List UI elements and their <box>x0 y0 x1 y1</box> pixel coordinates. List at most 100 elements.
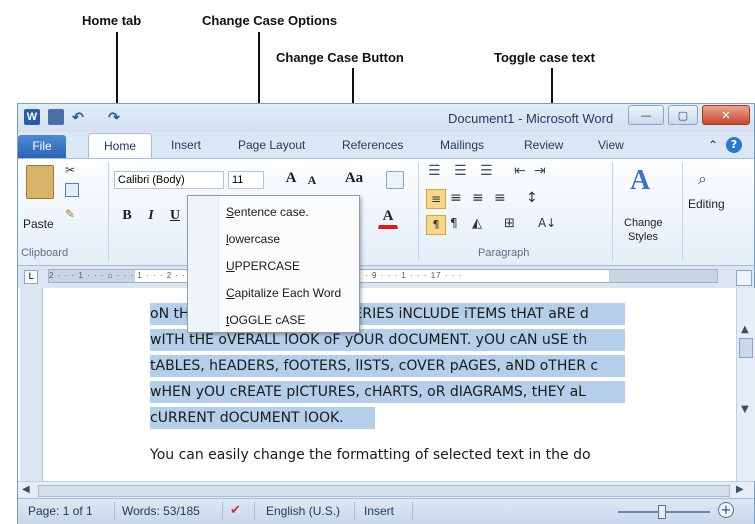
zoom-in-icon[interactable]: + <box>718 502 734 518</box>
vertical-scrollbar[interactable]: ▲ ▼ <box>736 288 755 481</box>
scroll-down-icon[interactable]: ▼ <box>741 404 749 415</box>
ruler-scale[interactable]: 2 · · · 1 · · · ⌂ · · · 1 · · · 2 · · · … <box>48 269 718 283</box>
tab-page-layout[interactable]: Page Layout <box>238 138 305 152</box>
multilevel-list-icon[interactable]: ☰ <box>480 163 493 179</box>
grow-font-button[interactable]: A <box>282 169 300 189</box>
status-divider <box>412 502 413 520</box>
group-divider <box>418 163 419 261</box>
menu-item-label: entence case. <box>234 205 309 219</box>
paste-icon[interactable] <box>26 165 54 199</box>
body-text-line[interactable]: You can easily change the formatting of … <box>150 444 625 466</box>
page-count[interactable]: Page: 1 of 1 <box>28 504 93 518</box>
annotation-change-case-options: Change Case Options <box>202 13 338 28</box>
horizontal-scrollbar[interactable]: ◀ ▶ <box>18 481 754 499</box>
change-case-button[interactable]: Aa <box>340 169 368 191</box>
tab-view[interactable]: View <box>598 138 624 152</box>
font-name-combo[interactable]: Calibri (Body) <box>114 171 224 189</box>
menu-item-toggle-case[interactable]: tOGGLE cASE <box>226 313 305 327</box>
status-bar: Page: 1 of 1 Words: 53/185 ✔ English (U.… <box>18 498 754 524</box>
paste-button-label[interactable]: Paste <box>23 217 54 231</box>
align-left-icon[interactable]: ≡ <box>426 189 446 209</box>
horizontal-scroll-thumb[interactable] <box>38 485 730 497</box>
editing-button-label[interactable]: Editing <box>688 197 725 211</box>
tab-insert[interactable]: Insert <box>171 138 201 152</box>
menu-item-label: apitalize Each Word <box>234 286 342 300</box>
menu-item-sentence-case[interactable]: Sentence case. <box>226 205 309 219</box>
tab-home[interactable]: Home <box>88 133 152 158</box>
close-button[interactable]: ✕ <box>702 105 750 125</box>
annotation-change-case-button: Change Case Button <box>276 50 404 65</box>
group-divider <box>682 163 683 261</box>
tab-file[interactable]: File <box>18 135 66 158</box>
minimize-button[interactable]: — <box>628 105 664 125</box>
scroll-up-icon[interactable]: ▲ <box>741 324 749 335</box>
undo-icon[interactable]: ↶ <box>70 109 86 125</box>
menu-item-uppercase[interactable]: UPPERCASE <box>226 259 300 273</box>
ltr-icon[interactable]: ¶ <box>450 216 458 230</box>
window-title: Document1 - Microsoft Word <box>448 111 614 126</box>
change-styles-label-line2[interactable]: Styles <box>628 231 658 243</box>
copy-icon[interactable] <box>65 183 79 197</box>
spell-check-icon[interactable]: ✔ <box>230 503 241 518</box>
numbering-icon[interactable]: ☰ <box>454 163 467 179</box>
sort-icon[interactable]: A↓ <box>538 216 556 230</box>
decrease-indent-icon[interactable]: ⇤ <box>514 163 526 179</box>
menu-item-accesskey: C <box>226 286 235 300</box>
word-icon: W <box>24 109 40 125</box>
ruler-right-margin <box>609 270 717 282</box>
borders-icon[interactable]: ⊞ <box>504 216 515 231</box>
word-count[interactable]: Words: 53/185 <box>122 504 200 518</box>
scroll-thumb[interactable] <box>739 338 753 358</box>
format-painter-icon[interactable]: ✎ <box>65 207 75 221</box>
change-styles-label-line1[interactable]: Change <box>624 217 663 229</box>
annotation-home-tab: Home tab <box>82 13 142 28</box>
clipboard-group-label: Clipboard <box>21 247 69 259</box>
styles-icon[interactable]: A <box>630 165 650 197</box>
paragraph-group-label: Paragraph <box>478 247 530 259</box>
increase-indent-icon[interactable]: ⇥ <box>534 163 546 179</box>
underline-button[interactable]: U <box>166 207 184 227</box>
menu-item-label: owercase <box>228 232 281 246</box>
font-color-button[interactable]: A <box>378 207 398 229</box>
tab-selector-icon[interactable]: L <box>24 270 38 284</box>
font-size-combo[interactable]: 11 <box>228 171 264 189</box>
tab-references[interactable]: References <box>342 138 403 152</box>
tab-review[interactable]: Review <box>524 138 563 152</box>
vertical-ruler <box>20 288 43 481</box>
clear-formatting-icon[interactable] <box>386 171 404 189</box>
status-divider <box>254 502 255 520</box>
menu-item-lowercase[interactable]: lowercase <box>226 232 280 246</box>
insert-mode-status[interactable]: Insert <box>364 504 394 518</box>
tab-mailings[interactable]: Mailings <box>440 138 484 152</box>
view-ruler-icon[interactable] <box>736 270 752 286</box>
bullets-icon[interactable]: ☰ <box>428 163 441 179</box>
line-spacing-icon[interactable]: ↕ <box>526 190 538 206</box>
menu-item-capitalize-each-word[interactable]: Capitalize Each Word <box>226 286 341 300</box>
cut-icon[interactable]: ✂ <box>65 163 75 177</box>
group-divider <box>612 163 613 261</box>
find-icon[interactable]: ⌕ <box>698 169 707 189</box>
minimize-ribbon-icon[interactable]: ⌃ <box>708 138 718 152</box>
selected-text-line[interactable]: wHEN yOU cREATE pICTURES, cHARTS, oR dIA… <box>150 381 625 403</box>
save-icon[interactable] <box>48 109 64 125</box>
word-window: W ↶ ↷ Document1 - Microsoft Word — ▢ ✕ F… <box>17 103 755 524</box>
scroll-left-icon[interactable]: ◀ <box>22 484 30 495</box>
align-right-icon[interactable]: ≡ <box>472 190 484 206</box>
justify-icon[interactable]: ≡ <box>494 190 506 206</box>
help-icon[interactable]: ? <box>726 137 742 153</box>
italic-button[interactable]: I <box>142 207 160 227</box>
maximize-button[interactable]: ▢ <box>668 105 698 125</box>
zoom-slider-thumb[interactable] <box>658 505 666 519</box>
selected-text-line[interactable]: tABLES, hEADERS, fOOTERS, lISTS, cOVER p… <box>150 355 625 377</box>
status-divider <box>222 502 223 520</box>
show-marks-icon[interactable]: ¶ <box>426 215 446 235</box>
align-center-icon[interactable]: ≡ <box>450 190 462 206</box>
redo-icon[interactable]: ↷ <box>106 109 122 125</box>
selected-text-line[interactable]: cURRENT dOCUMENT lOOK. <box>150 407 375 429</box>
shrink-font-button[interactable]: A <box>304 172 320 190</box>
document-area[interactable]: oN tHE iNSERT tAB, tHE gALLERIES iNCLUDE… <box>18 288 736 481</box>
bold-button[interactable]: B <box>118 207 136 227</box>
language-status[interactable]: English (U.S.) <box>266 504 340 518</box>
shading-icon[interactable]: ◭ <box>472 216 482 231</box>
scroll-right-icon[interactable]: ▶ <box>736 484 744 495</box>
